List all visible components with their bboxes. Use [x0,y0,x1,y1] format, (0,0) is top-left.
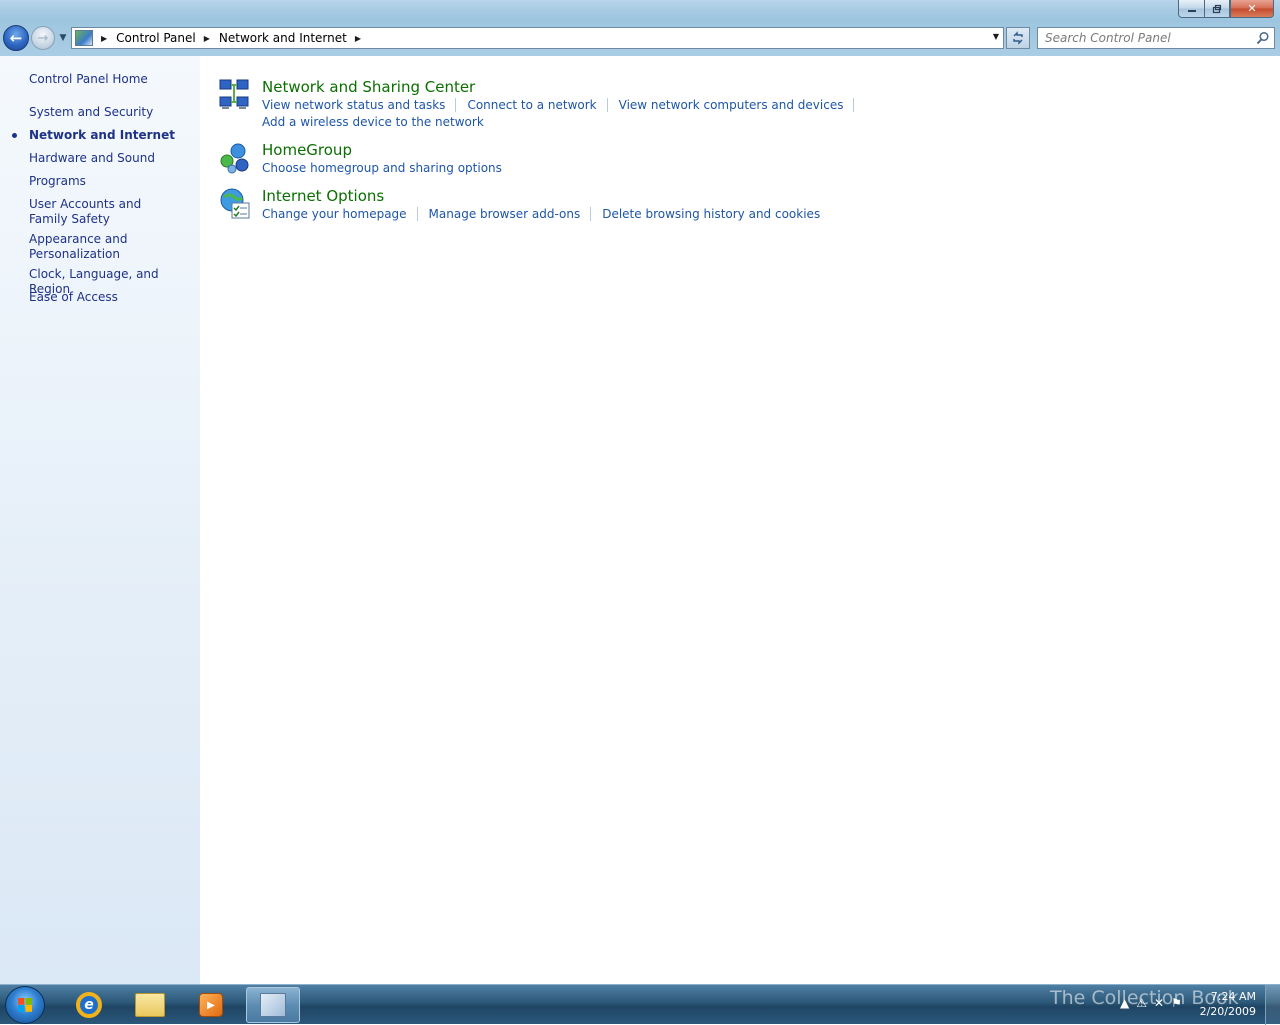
taskbar-windows-explorer[interactable] [123,987,177,1023]
main-content: Network and Sharing Center View network … [200,56,1280,984]
recent-pages-button[interactable]: ▼ [57,32,69,44]
show-desktop-button[interactable] [1265,985,1280,1025]
taskbar-control-panel[interactable] [246,987,300,1023]
taskbar-internet-explorer[interactable]: e [62,987,116,1023]
internet-explorer-icon: e [76,992,102,1018]
change-homepage-link[interactable]: Change your homepage [262,207,418,221]
search-icon[interactable] [1256,31,1270,45]
start-button[interactable] [5,986,45,1024]
add-wireless-device-link[interactable]: Add a wireless device to the network [262,115,494,129]
search-box [1037,27,1275,49]
restore-icon [1212,4,1222,13]
choose-homegroup-options-link[interactable]: Choose homegroup and sharing options [262,161,512,175]
search-input[interactable] [1038,28,1255,48]
volume-muted-icon[interactable]: ✕ [1154,996,1164,1010]
action-center-flag-icon[interactable]: ⚑ [1171,996,1182,1010]
manage-addons-link[interactable]: Manage browser add-ons [429,207,592,221]
close-icon: ✕ [1247,2,1257,15]
taskbar-media-player[interactable]: ▶ [184,987,238,1023]
navigation-bar: ← → ▼ ▶ Control Panel ▶ Network and Inte… [0,22,1280,56]
network-icon [219,79,249,109]
window-controls: ✕ [1178,0,1274,19]
sidebar-item-programs[interactable]: Programs [29,174,194,189]
homegroup-icon [220,143,249,174]
show-hidden-icons-icon[interactable]: ▲ [1120,996,1129,1010]
homegroup-link[interactable]: HomeGroup [262,141,352,159]
internet-options-icon [220,188,250,219]
breadcrumb-separator-icon[interactable]: ▶ [204,34,210,43]
clock-date: 2/20/2009 [1199,1005,1256,1018]
network-sharing-tasks: View network status and tasks Connect to… [262,98,865,112]
sidebar-item-hardware-and-sound[interactable]: Hardware and Sound [29,151,194,166]
taskbar: e ▶ The Collection Book ▲ ⚠ ✕ ⚑ 7:24 AM … [0,984,1280,1025]
homegroup-tasks: Choose homegroup and sharing options [262,161,523,175]
back-arrow-icon: ← [9,29,23,47]
folder-icon [135,993,165,1017]
view-network-status-link[interactable]: View network status and tasks [262,98,457,112]
notification-icons: ▲ ⚠ ✕ ⚑ [1120,996,1182,1010]
breadcrumb-separator-icon[interactable]: ▶ [101,34,107,43]
control-panel-icon [260,993,286,1017]
close-button[interactable]: ✕ [1230,0,1274,18]
sidebar-item-control-panel-home[interactable]: Control Panel Home [29,72,194,87]
address-dropdown-icon[interactable]: ▼ [993,32,999,41]
internet-options-link[interactable]: Internet Options [262,187,384,205]
back-button[interactable]: ← [3,25,29,51]
current-item-bullet-icon [12,133,17,138]
sidebar: Control Panel Home System and Security N… [0,56,200,984]
media-player-icon: ▶ [199,993,223,1017]
breadcrumb-separator-icon[interactable]: ▶ [355,34,361,43]
sidebar-item-system-and-security[interactable]: System and Security [29,105,194,120]
sidebar-item-ease-of-access[interactable]: Ease of Access [29,290,194,305]
internet-options-tasks: Change your homepage Manage browser add-… [262,207,841,221]
title-bar[interactable]: ✕ [0,0,1280,22]
sidebar-item-user-accounts[interactable]: User Accounts and Family Safety [29,197,174,227]
forward-button[interactable]: → [31,26,55,50]
refresh-button[interactable] [1006,27,1030,49]
minimize-icon [1187,9,1196,12]
address-bar[interactable]: ▶ Control Panel ▶ Network and Internet ▶… [71,27,1004,49]
connect-to-network-link[interactable]: Connect to a network [467,98,608,112]
breadcrumb-network-and-internet[interactable]: Network and Internet [219,31,347,45]
clock-time: 7:24 AM [1210,990,1256,1003]
clock[interactable]: 7:24 AM 2/20/2009 [1200,989,1256,1019]
network-and-sharing-center-link[interactable]: Network and Sharing Center [262,78,475,96]
view-network-computers-link[interactable]: View network computers and devices [619,98,855,112]
restore-button[interactable] [1204,0,1230,18]
control-panel-icon [75,30,93,46]
sidebar-item-network-and-internet[interactable]: Network and Internet [29,128,194,143]
sidebar-item-appearance[interactable]: Appearance and Personalization [29,232,139,262]
delete-history-link[interactable]: Delete browsing history and cookies [602,207,830,221]
minimize-button[interactable] [1178,0,1204,18]
network-sharing-tasks-row2: Add a wireless device to the network [262,115,505,129]
breadcrumb-control-panel[interactable]: Control Panel [116,31,196,45]
refresh-icon [1013,31,1023,45]
control-panel-window: ✕ ← → ▼ ▶ Control Panel ▶ Network and In… [0,0,1280,984]
chevron-down-icon: ▼ [59,33,67,43]
forward-arrow-icon: → [37,30,49,46]
network-status-icon[interactable]: ⚠ [1136,996,1147,1010]
system-tray: The Collection Book ▲ ⚠ ✕ ⚑ 7:24 AM 2/20… [1020,985,1280,1025]
